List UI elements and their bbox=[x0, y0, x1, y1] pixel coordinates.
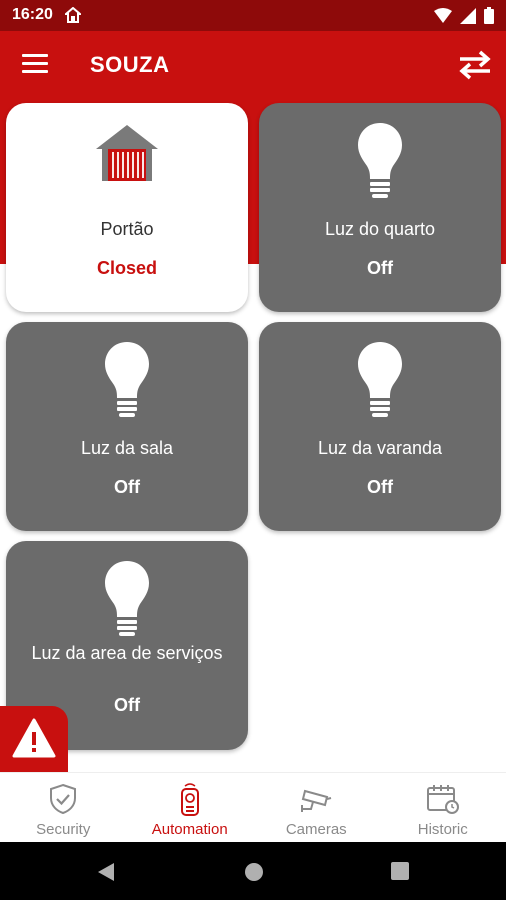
bulb-icon bbox=[103, 340, 151, 425]
recents-icon[interactable] bbox=[391, 862, 409, 885]
warning-icon bbox=[12, 718, 56, 758]
device-state: Closed bbox=[96, 258, 157, 278]
shield-check-icon bbox=[0, 783, 127, 815]
device-card-luz-da-sala[interactable]: Luz da sala Off bbox=[6, 322, 248, 531]
device-name: Portão bbox=[100, 219, 154, 239]
camera-icon bbox=[253, 783, 380, 815]
battery-icon bbox=[484, 7, 494, 24]
home-icon[interactable] bbox=[244, 862, 264, 887]
home-notification-icon bbox=[63, 6, 83, 28]
bulb-icon bbox=[103, 559, 151, 644]
bulb-icon bbox=[356, 121, 404, 206]
device-card-portao[interactable]: Portão Closed bbox=[6, 103, 248, 312]
calendar-clock-icon bbox=[380, 783, 506, 815]
device-card-luz-da-varanda[interactable]: Luz da varanda Off bbox=[259, 322, 501, 531]
device-card-luz-do-quarto[interactable]: Luz do quarto Off bbox=[259, 103, 501, 312]
nav-cameras[interactable]: Cameras bbox=[253, 773, 380, 842]
bulb-icon bbox=[356, 340, 404, 425]
nav-label: Security bbox=[36, 821, 91, 838]
status-bar: 16:20 bbox=[0, 0, 506, 31]
alert-button[interactable] bbox=[0, 706, 68, 774]
remote-icon bbox=[127, 783, 254, 816]
device-name: Luz do quarto bbox=[324, 219, 436, 239]
nav-automation[interactable]: Automation bbox=[127, 773, 254, 842]
system-nav-bar bbox=[0, 842, 506, 900]
device-name: Luz da sala bbox=[80, 438, 174, 458]
nav-label: Automation bbox=[151, 821, 228, 838]
bottom-navigation: Security Automation Cameras Historic bbox=[0, 772, 506, 842]
swap-icon[interactable] bbox=[458, 50, 492, 80]
nav-label: Historic bbox=[417, 821, 468, 838]
nav-historic[interactable]: Historic bbox=[380, 773, 506, 842]
device-state: Off bbox=[367, 477, 393, 497]
app-bar: SOUZA bbox=[0, 31, 506, 101]
wifi-icon bbox=[434, 7, 452, 23]
app-title: SOUZA bbox=[90, 52, 170, 77]
back-icon[interactable] bbox=[96, 862, 116, 887]
device-state: Off bbox=[367, 258, 393, 278]
status-time: 16:20 bbox=[12, 6, 53, 23]
device-name: Luz da area de serviços bbox=[31, 643, 223, 663]
device-name: Luz da varanda bbox=[317, 438, 443, 458]
status-indicators bbox=[434, 7, 494, 24]
garage-icon bbox=[94, 121, 160, 188]
menu-button[interactable] bbox=[22, 54, 48, 76]
device-state: Off bbox=[114, 477, 140, 497]
nav-security[interactable]: Security bbox=[0, 773, 127, 842]
nav-label: Cameras bbox=[285, 821, 347, 838]
signal-icon bbox=[460, 7, 476, 24]
